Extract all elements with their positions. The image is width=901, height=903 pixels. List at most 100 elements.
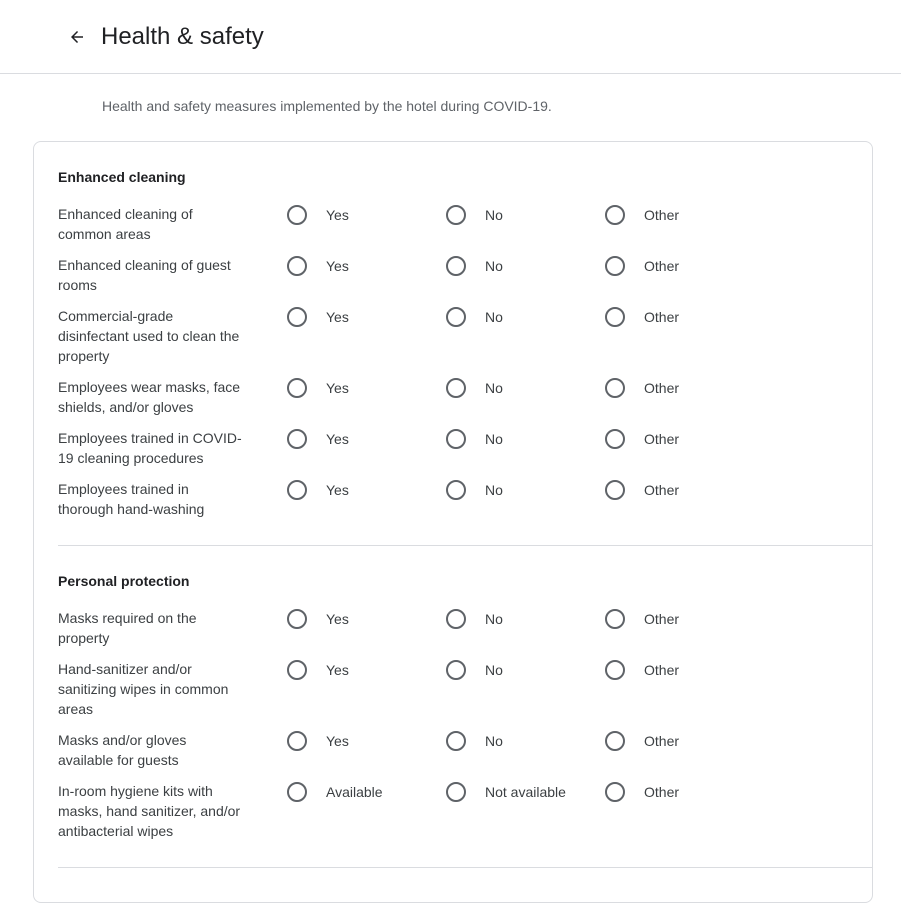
measure-label: Commercial-grade disinfectant used to cle…	[58, 306, 250, 366]
radio-option-yes[interactable]: Yes	[287, 256, 349, 276]
measure-label-line: areas	[58, 701, 94, 717]
radio-option-no[interactable]: No	[446, 480, 503, 500]
radio-option-other[interactable]: Other	[605, 480, 679, 500]
measure-label-line: rooms	[58, 277, 97, 293]
radio-option-label: Other	[644, 431, 680, 447]
radio-option-no[interactable]: No	[446, 378, 503, 398]
radio-unchecked-icon[interactable]	[605, 660, 625, 680]
radio-option-label: Other	[644, 380, 680, 396]
radio-unchecked-icon[interactable]	[605, 429, 625, 449]
radio-unchecked-icon[interactable]	[446, 205, 466, 225]
measure-label-line: property	[58, 630, 110, 646]
measure-label-line: masks, hand sanitizer, and/or	[58, 803, 241, 819]
measure-label-line: Masks required on the	[58, 610, 197, 626]
radio-option-other[interactable]: Other	[605, 307, 679, 327]
measure-label-line: thorough hand-washing	[58, 501, 205, 517]
radio-unchecked-icon[interactable]	[446, 731, 466, 751]
radio-option-label: Available	[326, 784, 383, 800]
radio-unchecked-icon[interactable]	[287, 429, 307, 449]
radio-unchecked-icon[interactable]	[446, 256, 466, 276]
radio-option-label: No	[485, 258, 503, 274]
radio-unchecked-icon[interactable]	[287, 609, 307, 629]
radio-option-no[interactable]: No	[446, 429, 503, 449]
section-enhanced-cleaning: Enhanced cleaning Enhanced cleaning of com…	[34, 142, 872, 545]
radio-option-no[interactable]: No	[446, 205, 503, 225]
radio-option-other[interactable]: Other	[605, 660, 679, 680]
radio-option-label: No	[485, 611, 503, 627]
radio-option-other[interactable]: Other	[605, 429, 679, 449]
radio-option-label: Yes	[326, 431, 349, 447]
radio-option-yes[interactable]: Yes	[287, 307, 349, 327]
radio-option-other[interactable]: Other	[605, 378, 679, 398]
radio-unchecked-icon[interactable]	[605, 609, 625, 629]
measure-label-line: disinfectant used to clean the	[58, 328, 240, 344]
section-personal-protection: Personal protection Masks required on the…	[34, 546, 872, 867]
radio-option-other[interactable]: Other	[605, 782, 679, 802]
radio-option-label: Yes	[326, 662, 349, 678]
radio-option-label: Other	[644, 482, 680, 498]
measure-label: In-room hygiene kits with masks, hand san…	[58, 781, 250, 841]
radio-option-other[interactable]: Other	[605, 256, 679, 276]
radio-unchecked-icon[interactable]	[446, 480, 466, 500]
radio-option-no[interactable]: No	[446, 307, 503, 327]
radio-unchecked-icon[interactable]	[446, 429, 466, 449]
radio-option-label: Yes	[326, 482, 349, 498]
measures-card: Enhanced cleaning Enhanced cleaning of com…	[33, 141, 873, 903]
radio-option-no[interactable]: No	[446, 256, 503, 276]
radio-unchecked-icon[interactable]	[446, 609, 466, 629]
radio-option-yes[interactable]: Yes	[287, 429, 349, 449]
radio-option-label: Yes	[326, 258, 349, 274]
radio-option-label: No	[485, 207, 503, 223]
radio-option-yes[interactable]: Yes	[287, 609, 349, 629]
radio-unchecked-icon[interactable]	[446, 782, 466, 802]
radio-option-label: Other	[644, 733, 680, 749]
radio-option-available[interactable]: Available	[287, 782, 383, 802]
radio-unchecked-icon[interactable]	[287, 205, 307, 225]
radio-unchecked-icon[interactable]	[287, 307, 307, 327]
radio-unchecked-icon[interactable]	[605, 782, 625, 802]
measure-row: Commercial-grade disinfectant used to cle…	[58, 306, 872, 366]
radio-option-yes[interactable]: Yes	[287, 378, 349, 398]
radio-option-label: Other	[644, 309, 680, 325]
measure-row: Employees trained in COVID- 19 cleaning p…	[58, 428, 872, 468]
radio-unchecked-icon[interactable]	[446, 307, 466, 327]
radio-unchecked-icon[interactable]	[605, 378, 625, 398]
radio-option-label: Other	[644, 207, 680, 223]
measure-label: Hand-sanitizer and/or sanitizing wipes in…	[58, 659, 250, 719]
measure-label-line: Masks and/or gloves	[58, 732, 187, 748]
radio-unchecked-icon[interactable]	[605, 205, 625, 225]
radio-option-no[interactable]: No	[446, 731, 503, 751]
radio-option-yes[interactable]: Yes	[287, 731, 349, 751]
radio-option-label: No	[485, 733, 503, 749]
radio-option-no[interactable]: No	[446, 609, 503, 629]
radio-option-yes[interactable]: Yes	[287, 660, 349, 680]
radio-unchecked-icon[interactable]	[446, 660, 466, 680]
radio-unchecked-icon[interactable]	[287, 782, 307, 802]
radio-option-other[interactable]: Other	[605, 731, 679, 751]
measure-label: Masks and/or gloves available for guests	[58, 730, 250, 770]
radio-option-other[interactable]: Other	[605, 609, 679, 629]
radio-unchecked-icon[interactable]	[605, 731, 625, 751]
radio-option-label: No	[485, 309, 503, 325]
radio-unchecked-icon[interactable]	[605, 256, 625, 276]
radio-option-not-available[interactable]: Not available	[446, 782, 566, 802]
radio-option-label: No	[485, 662, 503, 678]
page-description: Health and safety measures implemented b…	[102, 98, 552, 114]
radio-unchecked-icon[interactable]	[287, 256, 307, 276]
radio-option-other[interactable]: Other	[605, 205, 679, 225]
radio-unchecked-icon[interactable]	[446, 378, 466, 398]
radio-unchecked-icon[interactable]	[605, 307, 625, 327]
radio-unchecked-icon[interactable]	[605, 480, 625, 500]
radio-unchecked-icon[interactable]	[287, 480, 307, 500]
radio-option-yes[interactable]: Yes	[287, 480, 349, 500]
radio-unchecked-icon[interactable]	[287, 731, 307, 751]
measure-row: In-room hygiene kits with masks, hand san…	[58, 781, 872, 841]
back-button[interactable]	[64, 24, 90, 50]
radio-unchecked-icon[interactable]	[287, 660, 307, 680]
radio-unchecked-icon[interactable]	[287, 378, 307, 398]
radio-option-no[interactable]: No	[446, 660, 503, 680]
radio-option-label: Yes	[326, 380, 349, 396]
measure-label-line: Employees trained in	[58, 481, 189, 497]
radio-option-yes[interactable]: Yes	[287, 205, 349, 225]
radio-option-label: Yes	[326, 611, 349, 627]
